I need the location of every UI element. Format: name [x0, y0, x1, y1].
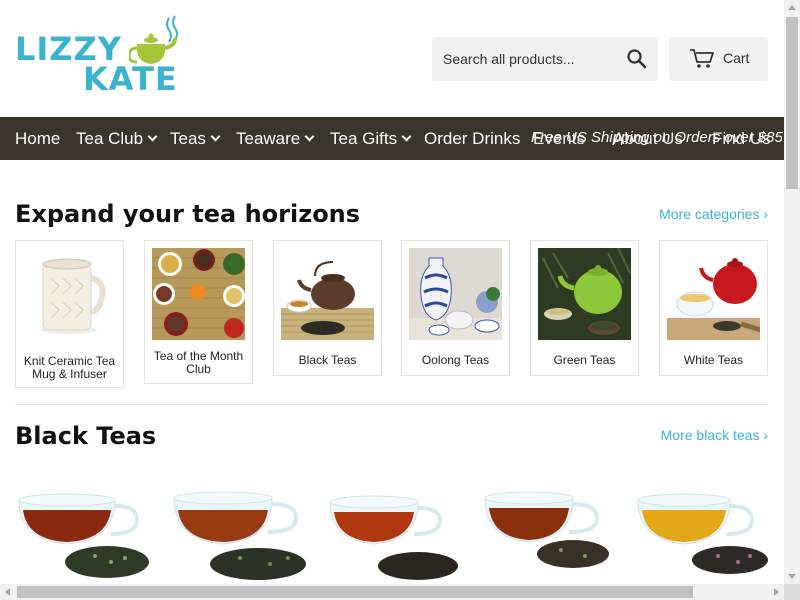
- nav-order-drinks[interactable]: Order Drinks: [424, 129, 520, 149]
- nav-home[interactable]: Home: [15, 129, 60, 149]
- category-card-white-teas[interactable]: White Teas: [659, 240, 768, 376]
- scrollbar-corner: [784, 584, 800, 600]
- main-nav: Home Tea Club Teas Teaware Tea Gifts Ord…: [0, 117, 784, 160]
- green-teas-image: [538, 248, 631, 340]
- category-label: Tea of the Month Club: [153, 349, 244, 376]
- vertical-scrollbar[interactable]: [784, 0, 800, 584]
- category-card-mug[interactable]: Knit Ceramic Tea Mug & Infuser: [15, 240, 124, 388]
- mug-image: [23, 248, 116, 340]
- page: LIZZY KATE Search all products... Cart H…: [0, 0, 784, 584]
- category-card-tea-club[interactable]: Tea of the Month Club: [144, 240, 253, 384]
- cart-icon: [689, 48, 715, 75]
- store-logo[interactable]: LIZZY KATE: [15, 14, 187, 100]
- category-label: Black Teas: [298, 353, 357, 367]
- black-teas-image: [281, 248, 374, 340]
- product-image: [637, 493, 768, 574]
- search-box[interactable]: Search all products...: [432, 37, 658, 81]
- product-image: [173, 491, 306, 580]
- scroll-up-arrow-icon[interactable]: [788, 5, 796, 10]
- nav-teaware[interactable]: Teaware: [236, 129, 315, 149]
- horizontal-scroll-thumb[interactable]: [17, 586, 693, 598]
- promo-banner: Free US Shipping on Orders over $85: [531, 129, 783, 146]
- horizontal-scrollbar[interactable]: [0, 584, 784, 600]
- scroll-left-arrow-icon[interactable]: [5, 588, 10, 596]
- category-card-black-teas[interactable]: Black Teas: [273, 240, 382, 376]
- more-categories-link[interactable]: More categories ›: [659, 206, 768, 222]
- cart-button[interactable]: Cart: [669, 37, 768, 81]
- teapot-logo-icon: [129, 15, 178, 64]
- search-input[interactable]: Search all products...: [443, 51, 575, 67]
- scroll-down-arrow-icon[interactable]: [788, 574, 796, 579]
- section-title-categories: Expand your tea horizons: [15, 200, 361, 228]
- category-card-green-teas[interactable]: Green Teas: [530, 240, 639, 376]
- scroll-right-arrow-icon[interactable]: [774, 588, 779, 596]
- product-image: [329, 495, 458, 580]
- chevron-down-icon: [210, 131, 221, 142]
- nav-home-label: Home: [15, 129, 61, 148]
- category-label: Oolong Teas: [421, 353, 490, 367]
- product-card[interactable]: [326, 478, 466, 584]
- product-card[interactable]: [15, 478, 155, 584]
- product-image: [484, 491, 609, 568]
- nav-teas[interactable]: Teas: [170, 129, 221, 149]
- nav-teaware-label: Teaware: [236, 129, 301, 148]
- product-card[interactable]: [481, 478, 621, 584]
- section-divider: [15, 404, 768, 405]
- nav-tea-gifts[interactable]: Tea Gifts: [330, 129, 412, 149]
- nav-tea-club-label: Tea Club: [76, 129, 144, 148]
- product-image: [18, 493, 149, 578]
- oolong-teas-image: [409, 248, 502, 340]
- chevron-down-icon: [401, 131, 412, 142]
- nav-teas-label: Teas: [170, 129, 206, 148]
- category-label: Knit Ceramic Tea Mug & Infuser: [23, 354, 116, 381]
- more-black-teas-link[interactable]: More black teas ›: [661, 427, 768, 443]
- search-icon[interactable]: [626, 48, 648, 75]
- nav-order-drinks-label: Order Drinks: [424, 129, 521, 148]
- nav-tea-club[interactable]: Tea Club: [76, 129, 158, 149]
- vertical-scroll-thumb[interactable]: [786, 17, 798, 189]
- chevron-down-icon: [304, 131, 315, 142]
- white-teas-image: [667, 248, 760, 340]
- nav-tea-gifts-label: Tea Gifts: [330, 129, 398, 148]
- cart-label: Cart: [723, 50, 750, 66]
- chevron-down-icon: [147, 131, 158, 142]
- product-card[interactable]: [170, 478, 310, 584]
- product-card[interactable]: [634, 478, 774, 584]
- tea-club-image: [152, 248, 245, 340]
- category-label: White Teas: [683, 353, 744, 367]
- category-label: Green Teas: [553, 353, 616, 367]
- category-card-oolong-teas[interactable]: Oolong Teas: [401, 240, 510, 376]
- section-title-black-teas: Black Teas: [15, 422, 157, 450]
